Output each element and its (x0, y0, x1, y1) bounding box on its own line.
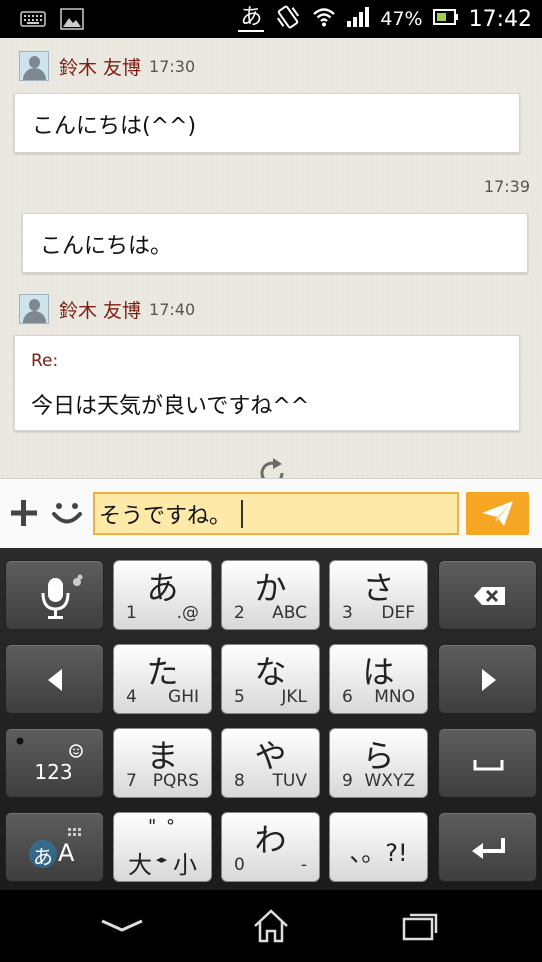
key-ra[interactable]: ら 9 WXYZ (329, 728, 428, 798)
key-ha[interactable]: は 6 MNO (329, 644, 428, 714)
key-number: 8 (234, 771, 245, 791)
home-icon (254, 909, 288, 943)
key-sub: WXYZ (364, 771, 416, 791)
key-sub: PQRS (152, 771, 199, 791)
key-sub: .@ (176, 603, 199, 623)
key-sub: GHI (168, 687, 199, 707)
key-na[interactable]: な 5 JKL (221, 644, 320, 714)
key-sub: TUV (272, 771, 307, 791)
ime-indicator: あ (238, 5, 265, 32)
key-number: 2 (234, 603, 245, 623)
mode-glow-icon (29, 828, 81, 868)
chat-thread[interactable]: 鈴木 友博 17:30 こんにちは(^^) 17:39 こんにちは。 鈴木 友博… (0, 38, 542, 478)
space-icon (473, 760, 504, 771)
navigation-bar (0, 890, 542, 962)
sender-name: 鈴木 友博 (59, 56, 142, 79)
key-ya[interactable]: や 8 TUV (221, 728, 320, 798)
space-key[interactable] (438, 728, 537, 798)
microphone-icon (41, 574, 83, 619)
key-ka[interactable]: か 2 ABC (221, 560, 320, 630)
cursor-left-key[interactable] (5, 644, 104, 714)
image-icon (60, 8, 84, 34)
ime-keyboard: あ 1 .@ か 2 ABC さ 3 DEF た 4 GHI な 5 JKL は… (0, 548, 542, 890)
message-text: こんにちは(^^) (32, 114, 197, 139)
key-sub: - (300, 855, 307, 875)
avatar[interactable] (19, 51, 49, 81)
recent-apps-button[interactable] (390, 904, 450, 948)
message-bubble-outgoing[interactable]: こんにちは。 (22, 213, 528, 273)
arrow-left-icon (48, 669, 62, 691)
message-input-field[interactable] (95, 494, 457, 533)
punctuation-key[interactable]: 、。?! (329, 812, 428, 882)
avatar[interactable] (19, 294, 49, 324)
input-mode-key[interactable]: あ A (5, 812, 104, 882)
backspace-icon (474, 587, 505, 605)
mode-alpha-label: A (58, 839, 75, 867)
refresh-icon[interactable] (255, 456, 289, 478)
recent-apps-icon (402, 913, 438, 941)
message-input[interactable] (93, 492, 459, 535)
send-icon (482, 501, 513, 526)
enter-icon (472, 838, 505, 859)
key-number: 9 (342, 771, 353, 791)
key-ma[interactable]: ま 7 PQRS (113, 728, 212, 798)
key-sub: ABC (272, 603, 307, 623)
keyboard-icon (20, 11, 46, 31)
key-label: 123 (34, 760, 73, 784)
status-bar: あ 47% 17:42 (0, 0, 542, 38)
emoji-button[interactable] (50, 497, 84, 529)
mode-kana-label: あ (33, 845, 53, 869)
key-sub: DEF (381, 603, 415, 623)
message-time: 17:40 (149, 299, 196, 319)
message-text: こんにちは。 (40, 234, 173, 259)
message-header: 鈴木 友博 17:30 (19, 51, 195, 81)
number-mode-key[interactable]: 123 (5, 728, 104, 798)
key-sub: MNO (374, 687, 415, 707)
voice-input-key[interactable] (5, 560, 104, 630)
vibrate-icon (274, 4, 302, 34)
key-sa[interactable]: さ 3 DEF (329, 560, 428, 630)
reply-label: Re: (31, 351, 59, 371)
key-number: 5 (234, 687, 245, 707)
signal-icon (346, 6, 370, 32)
chevron-down-icon (101, 919, 143, 932)
compose-bar (0, 478, 542, 548)
key-sub: JKL (281, 687, 307, 707)
message-time: 17:39 (483, 177, 530, 196)
clock: 17:42 (468, 6, 532, 32)
battery-percent: 47% (380, 8, 423, 30)
message-bubble-incoming[interactable]: こんにちは(^^) (14, 93, 520, 153)
enter-key[interactable] (438, 812, 537, 882)
key-number: 1 (126, 603, 137, 623)
arrow-right-icon (482, 669, 496, 691)
send-button[interactable] (466, 492, 529, 535)
dakuten-label: " ° (147, 816, 177, 837)
battery-icon (432, 9, 459, 29)
back-button[interactable] (92, 904, 152, 948)
key-ta[interactable]: た 4 GHI (113, 644, 212, 714)
wifi-icon (312, 7, 336, 31)
message-text: 今日は天気が良いですね^^ (31, 394, 310, 419)
size-big-label: 大 (128, 851, 152, 879)
key-number: 4 (126, 687, 137, 707)
key-number: 6 (342, 687, 353, 707)
punctuation-label: 、。?! (349, 839, 408, 867)
dakuten-key[interactable]: " ° 大 ◂▸ 小 (113, 812, 212, 882)
arrows-icon: ◂▸ (156, 853, 168, 866)
backspace-key[interactable] (438, 560, 537, 630)
key-wa[interactable]: わ 0 - (221, 812, 320, 882)
attach-button[interactable] (8, 497, 40, 529)
message-header: 鈴木 友博 17:40 (19, 294, 195, 324)
text-cursor (241, 500, 243, 528)
home-button[interactable] (241, 904, 301, 948)
key-number: 7 (126, 771, 137, 791)
sender-name: 鈴木 友博 (59, 299, 142, 322)
message-bubble-incoming[interactable]: Re: 今日は天気が良いですね^^ (14, 335, 520, 431)
key-number: 0 (234, 855, 245, 875)
message-time: 17:30 (149, 56, 196, 76)
key-number: 3 (342, 603, 353, 623)
size-small-label: 小 (173, 851, 197, 879)
key-a[interactable]: あ 1 .@ (113, 560, 212, 630)
cursor-right-key[interactable] (438, 644, 537, 714)
